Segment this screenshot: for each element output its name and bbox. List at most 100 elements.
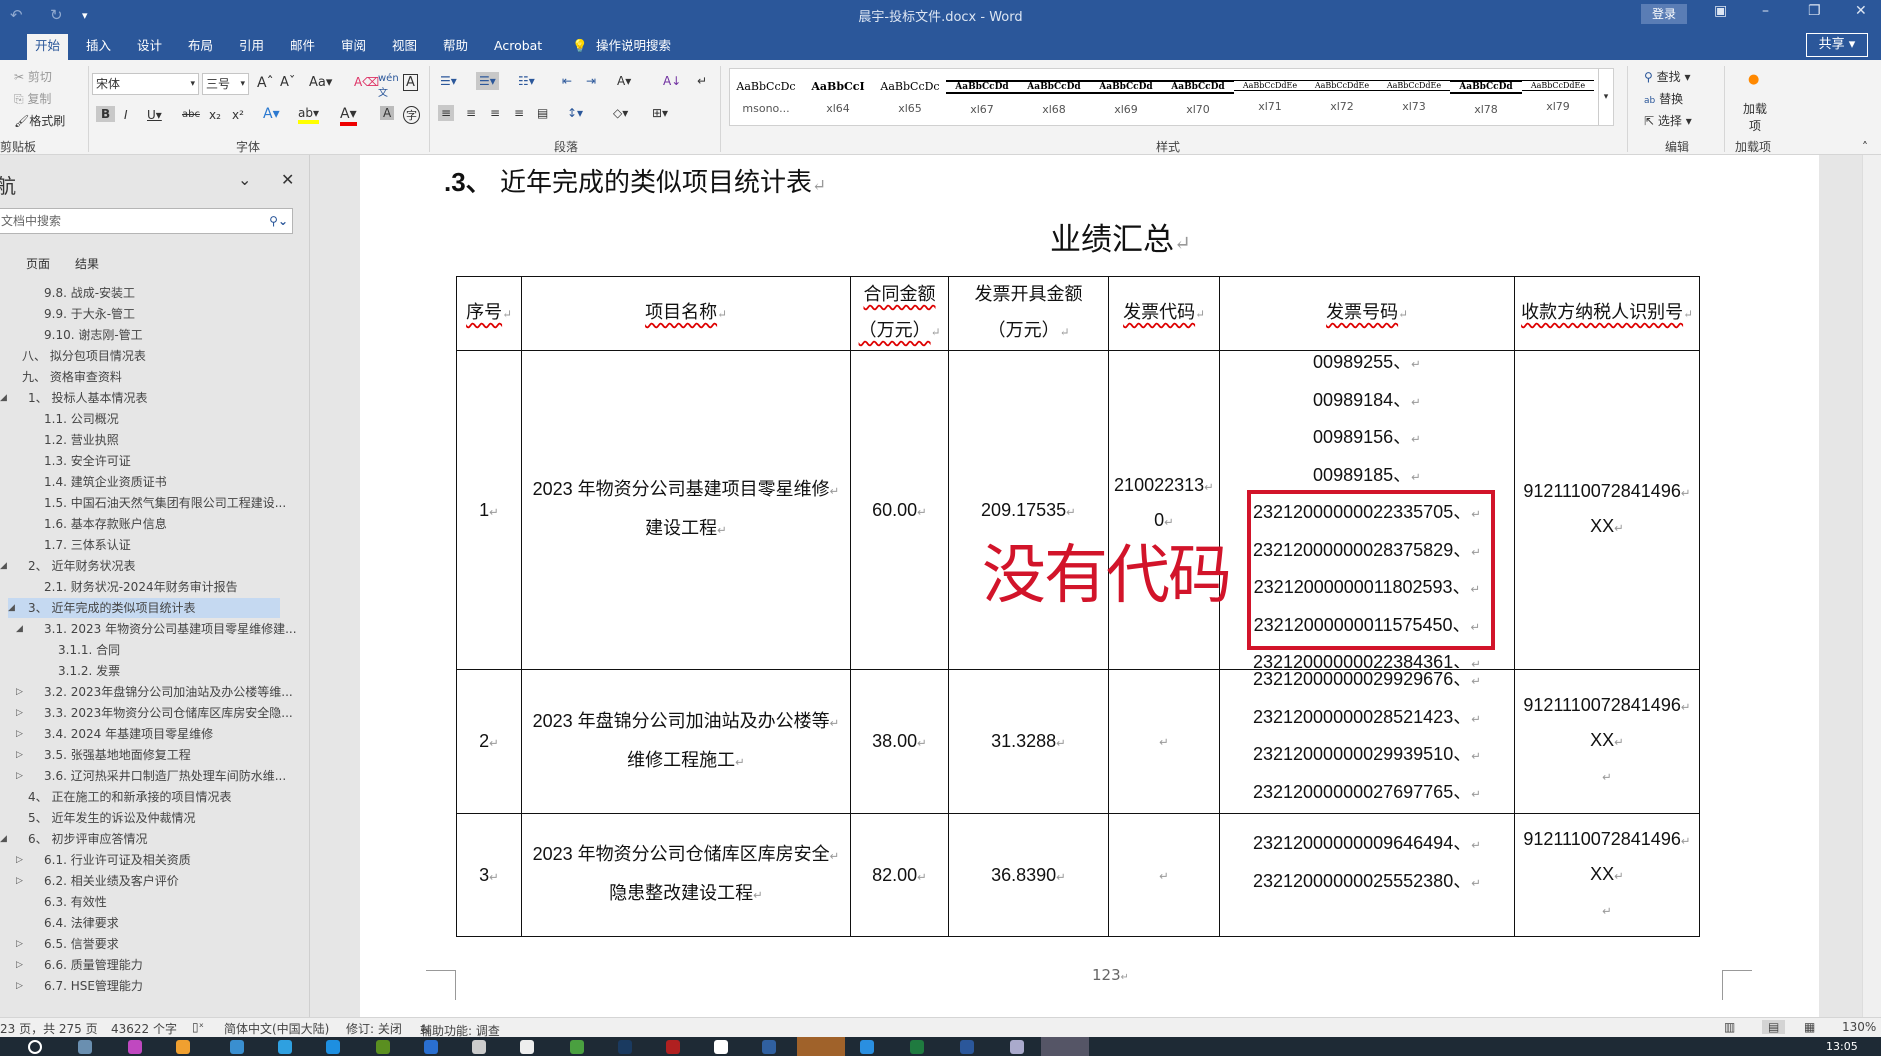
close-icon[interactable]: ✕: [1855, 3, 1867, 19]
search-icon[interactable]: [28, 1040, 42, 1054]
login-button[interactable]: 登录: [1641, 4, 1687, 24]
character-shading-icon[interactable]: A: [380, 106, 395, 120]
taskbar-app-icon[interactable]: [176, 1040, 190, 1054]
align-left-icon[interactable]: ≡: [438, 105, 455, 121]
sort-icon[interactable]: A↓: [663, 74, 681, 88]
style-msonormal[interactable]: AaBbCcDc msono...: [730, 69, 802, 127]
shrink-font-icon[interactable]: Aˇ: [280, 75, 295, 90]
tab-review[interactable]: 审阅: [333, 34, 374, 60]
numbering-icon[interactable]: ☰▾: [476, 72, 499, 90]
expand-toggle-icon[interactable]: ◢: [0, 556, 7, 576]
nav-tab-results[interactable]: 结果: [75, 255, 99, 272]
expand-toggle-icon[interactable]: ◢: [0, 388, 7, 408]
style-xl67[interactable]: AaBbCcDd xl67: [946, 69, 1018, 127]
proofing-icon[interactable]: ▯ˣ: [192, 1020, 204, 1034]
addins-icon[interactable]: ●: [1748, 72, 1759, 87]
taskbar-app-icon[interactable]: [128, 1040, 142, 1054]
font-name-select[interactable]: 宋体 ▾: [92, 73, 199, 95]
cut-button[interactable]: ✂ 剪切: [14, 68, 52, 85]
shading-icon[interactable]: ◇▾: [613, 106, 628, 120]
format-painter-button[interactable]: 🖌格式刷: [14, 112, 65, 129]
expand-toggle-icon[interactable]: ◢: [0, 829, 7, 849]
taskbar-excel-icon[interactable]: [910, 1040, 924, 1054]
tell-me-search[interactable]: 操作说明搜索: [588, 34, 679, 60]
style-xl70[interactable]: AaBbCcDd xl70: [1162, 69, 1234, 127]
replace-button[interactable]: ab 替换: [1644, 90, 1683, 107]
font-size-select[interactable]: 三号 ▾: [202, 73, 249, 95]
find-button[interactable]: ⚲ 查找 ▾: [1644, 68, 1690, 85]
borders-icon[interactable]: ⊞▾: [652, 106, 668, 120]
grow-font-icon[interactable]: Aˆ: [257, 75, 274, 91]
word-count[interactable]: 43622 个字: [111, 1020, 177, 1037]
select-button[interactable]: ⇱ 选择 ▾: [1644, 112, 1692, 129]
strikethrough-button[interactable]: abc: [182, 109, 200, 120]
style-xl64[interactable]: AaBbCcI xl64: [802, 69, 874, 127]
taskbar-app-icon[interactable]: [762, 1040, 776, 1054]
nav-close-icon[interactable]: ✕: [281, 170, 294, 189]
expand-toggle-icon[interactable]: ◢: [16, 619, 23, 639]
taskbar-active-app[interactable]: [797, 1037, 845, 1056]
tab-mailings[interactable]: 邮件: [282, 34, 323, 60]
taskbar-app-icon[interactable]: [714, 1040, 728, 1054]
web-layout-icon[interactable]: ▦: [1804, 1020, 1815, 1034]
text-effects-icon[interactable]: A▾: [263, 106, 280, 122]
vertical-scrollbar[interactable]: [1862, 155, 1881, 1017]
distributed-icon[interactable]: ▤: [537, 106, 548, 120]
justify-icon[interactable]: ≡: [514, 106, 524, 120]
taskbar-app-icon[interactable]: [230, 1040, 244, 1054]
bold-button[interactable]: B: [96, 106, 116, 122]
tab-help[interactable]: 帮助: [435, 34, 476, 60]
print-layout-icon[interactable]: ▤: [1762, 1020, 1786, 1034]
taskbar-app-icon[interactable]: [860, 1040, 874, 1054]
tab-acrobat[interactable]: Acrobat: [486, 34, 550, 60]
subscript-button[interactable]: x₂: [209, 108, 221, 122]
tab-references[interactable]: 引用: [231, 34, 272, 60]
taskbar-app-icon[interactable]: [326, 1040, 340, 1054]
read-mode-icon[interactable]: ▥: [1724, 1020, 1735, 1034]
highlight-icon[interactable]: ab▾: [298, 106, 319, 124]
font-color-icon[interactable]: A▾: [340, 106, 357, 126]
style-xl78[interactable]: AaBbCcDd xl78: [1450, 69, 1522, 127]
taskbar-app-icon[interactable]: [424, 1040, 438, 1054]
taskbar-app-icon[interactable]: [666, 1040, 680, 1054]
nav-options-icon[interactable]: ⌄: [238, 170, 251, 189]
enclose-character-icon[interactable]: 字: [403, 106, 420, 124]
expand-toggle-icon[interactable]: ▷: [16, 703, 23, 723]
style-xl72[interactable]: AaBbCcDdEe xl72: [1306, 69, 1378, 127]
expand-toggle-icon[interactable]: ◢: [8, 598, 15, 618]
taskbar-app-icon[interactable]: [618, 1040, 632, 1054]
share-button[interactable]: 共享 ▾: [1806, 33, 1868, 57]
nav-search-input[interactable]: 文档中搜索 ⚲⌄: [0, 208, 293, 234]
minimize-icon[interactable]: –: [1762, 3, 1769, 19]
style-xl69[interactable]: AaBbCcDd xl69: [1090, 69, 1162, 127]
change-case-icon[interactable]: Aa▾: [309, 75, 332, 90]
italic-button[interactable]: I: [124, 108, 128, 122]
superscript-button[interactable]: x²: [232, 108, 244, 122]
expand-toggle-icon[interactable]: ▷: [16, 871, 23, 891]
styles-more-icon[interactable]: ▾: [1598, 69, 1613, 125]
nav-item[interactable]: ◢ 3、 近年完成的类似项目统计表: [8, 598, 280, 618]
expand-toggle-icon[interactable]: ▷: [16, 955, 23, 975]
expand-toggle-icon[interactable]: ▷: [16, 745, 23, 765]
expand-toggle-icon[interactable]: ▷: [16, 682, 23, 702]
tab-home[interactable]: 开始: [27, 34, 69, 60]
collapse-ribbon-icon[interactable]: ˄: [1862, 140, 1868, 154]
taskbar-app-icon[interactable]: [570, 1040, 584, 1054]
style-xl71[interactable]: AaBbCcDdEe xl71: [1234, 69, 1306, 127]
style-xl79[interactable]: AaBbCcDdEe xl79: [1522, 69, 1594, 127]
language[interactable]: 简体中文(中国大陆): [224, 1020, 329, 1037]
page-count[interactable]: 23 页，共 275 页: [0, 1020, 98, 1037]
clear-format-icon[interactable]: A⌫: [354, 75, 379, 89]
underline-button[interactable]: U▾: [147, 108, 162, 122]
taskbar-active-app[interactable]: [1041, 1037, 1089, 1056]
taskbar-word-icon[interactable]: [960, 1040, 974, 1054]
taskbar-app-icon[interactable]: [472, 1040, 486, 1054]
maximize-icon[interactable]: ❐: [1808, 3, 1821, 19]
multilevel-list-icon[interactable]: ☷▾: [518, 74, 535, 88]
taskbar-app-icon[interactable]: [376, 1040, 390, 1054]
tab-layout[interactable]: 布局: [180, 34, 221, 60]
style-xl65[interactable]: AaBbCcDc xl65: [874, 69, 946, 127]
expand-toggle-icon[interactable]: ▷: [16, 934, 23, 954]
tab-insert[interactable]: 插入: [78, 34, 119, 60]
tab-view[interactable]: 视图: [384, 34, 425, 60]
